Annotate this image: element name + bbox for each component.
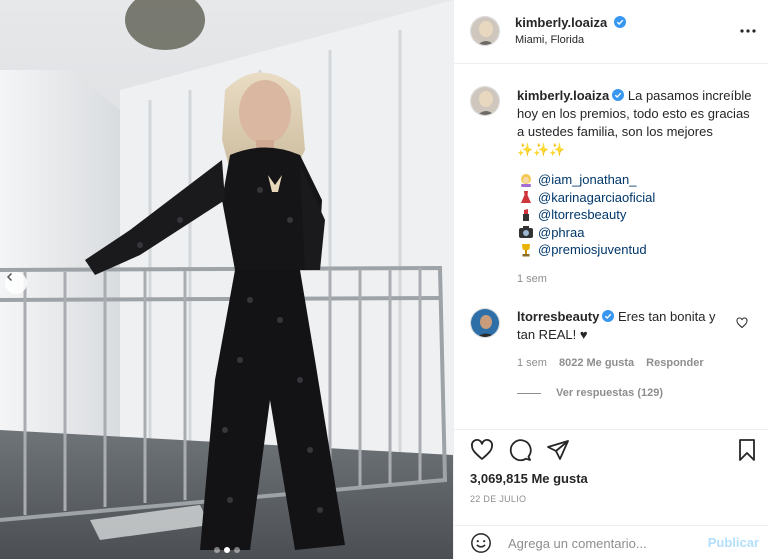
comment-input[interactable] (508, 534, 698, 552)
caption-username[interactable]: kimberly.loaiza (517, 88, 609, 103)
trophy-emoji-icon (517, 243, 535, 257)
avatar[interactable] (470, 16, 500, 46)
header-user-block: kimberly.loaiza Miami, Florida (515, 15, 626, 46)
tag-link[interactable]: @karinagarciaoficial (538, 190, 655, 205)
header-location[interactable]: Miami, Florida (515, 34, 626, 46)
post-photo[interactable] (0, 0, 453, 559)
reply-likes[interactable]: 8022 Me gusta (559, 357, 634, 369)
sparkles-emoji: ✨✨✨ (517, 142, 566, 157)
post-header: kimberly.loaiza Miami, Florida (454, 0, 768, 64)
carousel-dot-active (223, 547, 230, 553)
like-heart-icon[interactable] (470, 438, 494, 462)
comment-composer: Publicar (454, 525, 768, 559)
avatar-image (471, 87, 499, 115)
tag-link[interactable]: @ltorresbeauty (538, 207, 626, 222)
verified-badge-icon (613, 16, 626, 28)
tag-row: @iam_jonathan_ (517, 171, 757, 189)
camera-emoji-icon (517, 225, 535, 239)
view-replies-button[interactable]: Ver respuestas (129) (517, 387, 663, 399)
dress-emoji-icon (517, 190, 535, 204)
reply-timestamp[interactable]: 1 sem (517, 357, 547, 369)
post-side-panel: kimberly.loaiza Miami, Florida kimberly.… (453, 0, 768, 559)
save-bookmark-icon[interactable] (735, 438, 759, 462)
reply-avatar[interactable] (470, 308, 500, 338)
tag-row: @premiosjuventud (517, 241, 757, 259)
share-paper-plane-icon[interactable] (546, 438, 570, 462)
reply-username[interactable]: ltorresbeauty (517, 309, 599, 324)
caption: kimberly.loaiza La pasamos increíble hoy… (517, 87, 757, 159)
carousel-dot (213, 547, 220, 553)
carousel-indicator (0, 547, 453, 553)
photo-scene (0, 0, 453, 559)
avatar-image (471, 17, 499, 45)
tag-row: @karinagarciaoficial (517, 189, 757, 207)
header-username[interactable]: kimberly.loaiza (515, 15, 607, 30)
tag-link[interactable]: @iam_jonathan_ (538, 172, 636, 187)
person-blond-emoji-icon (517, 173, 535, 187)
carousel-dot (233, 547, 240, 553)
lipstick-emoji-icon (517, 208, 535, 222)
tag-link[interactable]: @phraa (538, 225, 584, 240)
carousel-prev-button[interactable] (5, 272, 27, 294)
post-date[interactable]: 22 DE JULIO (470, 494, 526, 504)
tag-list: @iam_jonathan_ @karinagarciaoficial @lto… (517, 171, 757, 259)
avatar-image (471, 309, 499, 337)
more-options-icon[interactable] (739, 24, 757, 38)
like-count[interactable]: 3,069,815 Me gusta (470, 471, 588, 486)
comment-bubble-icon[interactable] (508, 438, 532, 462)
verified-badge-icon (602, 310, 615, 322)
reply-button[interactable]: Responder (646, 357, 703, 369)
divider (517, 392, 541, 394)
chevron-left-icon (6, 272, 13, 282)
reply-meta: 1 sem 8022 Me gusta Responder (517, 357, 704, 369)
reply-comment: ltorresbeauty Eres tan bonita y tan REAL… (517, 308, 732, 344)
caption-timestamp[interactable]: 1 sem (517, 273, 547, 285)
verified-badge-icon (612, 89, 625, 101)
tag-link[interactable]: @premiosjuventud (538, 242, 647, 257)
tag-row: @phraa (517, 224, 757, 242)
post-actions: 3,069,815 Me gusta 22 DE JULIO (454, 429, 768, 529)
tag-row: @ltorresbeauty (517, 206, 757, 224)
comments-section[interactable]: kimberly.loaiza La pasamos increíble hoy… (454, 65, 768, 429)
emoji-smiley-icon[interactable] (470, 532, 492, 554)
caption-avatar[interactable] (470, 86, 500, 116)
publish-button[interactable]: Publicar (708, 535, 759, 550)
view-replies-label: Ver respuestas (129) (556, 387, 664, 399)
like-comment-heart-icon[interactable] (736, 317, 748, 329)
